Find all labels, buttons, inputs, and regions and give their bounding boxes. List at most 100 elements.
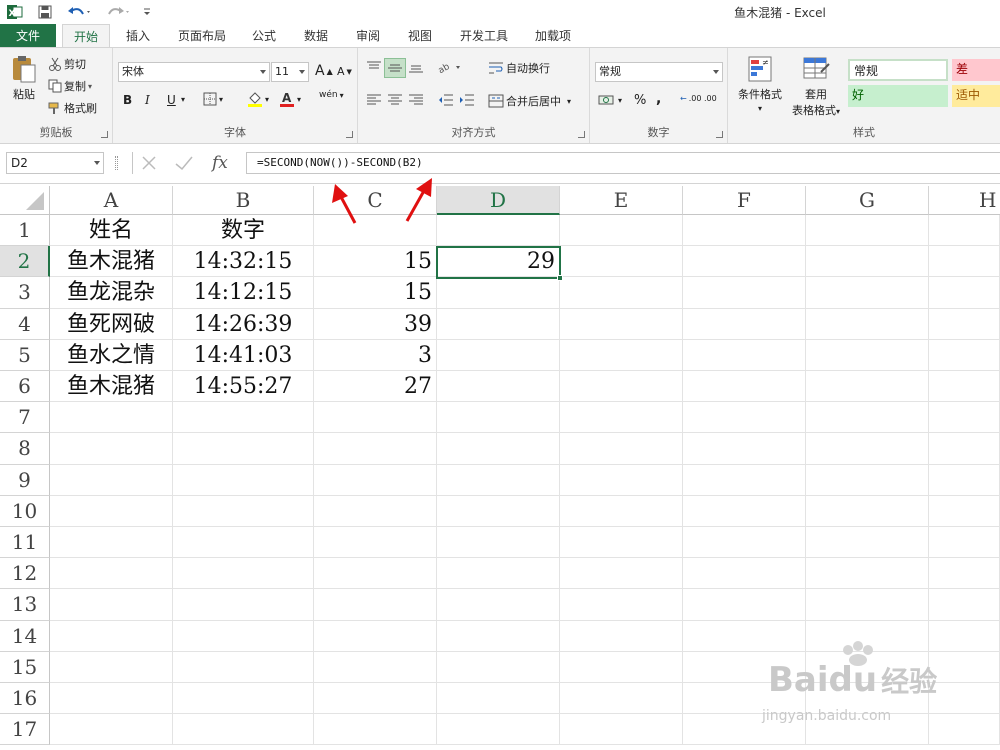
cell-h3[interactable] [929, 277, 1000, 309]
cell-d12[interactable] [437, 558, 560, 590]
cell-e15[interactable] [560, 651, 683, 683]
conditional-format-button[interactable]: ≠ 条件格式 ▾ [732, 54, 788, 113]
borders-button[interactable]: ▾ [203, 92, 223, 106]
tab-data[interactable]: 数据 [296, 24, 336, 48]
cell-e4[interactable] [560, 308, 683, 340]
cell-f11[interactable] [683, 527, 806, 559]
cell-c12[interactable] [314, 558, 437, 590]
fill-color-button[interactable]: ▾ [247, 91, 269, 107]
cell-e14[interactable] [560, 620, 683, 652]
cell-c1[interactable] [314, 215, 437, 247]
cell-g10[interactable] [806, 495, 929, 527]
cell-e5[interactable] [560, 339, 683, 371]
cell-h17[interactable] [929, 714, 1000, 746]
fill-handle[interactable] [557, 275, 563, 281]
cell-c8[interactable] [314, 433, 437, 465]
font-launcher-icon[interactable] [346, 131, 353, 138]
format-painter-button[interactable]: 格式刷 [48, 100, 97, 116]
cell-b7[interactable] [173, 402, 314, 434]
cell-f2[interactable] [683, 246, 806, 278]
cell-g4[interactable] [806, 308, 929, 340]
cell-g11[interactable] [806, 527, 929, 559]
row-header[interactable]: 3 [0, 277, 50, 309]
cell-a12[interactable] [50, 558, 173, 590]
cell-a14[interactable] [50, 620, 173, 652]
column-header-g[interactable]: G [806, 186, 929, 215]
tab-file[interactable]: 文件 [0, 24, 56, 48]
number-format-dropdown[interactable]: 常规 [595, 62, 723, 82]
cell-e13[interactable] [560, 589, 683, 621]
format-as-table-button[interactable]: 套用 表格格式▾ [784, 54, 848, 118]
cell-f14[interactable] [683, 620, 806, 652]
cell-h1[interactable] [929, 215, 1000, 247]
row-header[interactable]: 2 [0, 246, 50, 278]
cell-a4[interactable]: 鱼死网破 [50, 308, 173, 340]
cell-c9[interactable] [314, 464, 437, 496]
align-left-button[interactable] [366, 93, 382, 107]
cell-c5[interactable]: 3 [314, 339, 437, 371]
cell-h4[interactable] [929, 308, 1000, 340]
row-header[interactable]: 15 [0, 651, 50, 683]
cell-b15[interactable] [173, 651, 314, 683]
cell-c10[interactable] [314, 495, 437, 527]
style-normal[interactable]: 常规 [848, 59, 948, 81]
cell-g5[interactable] [806, 339, 929, 371]
cell-e3[interactable] [560, 277, 683, 309]
align-center-button[interactable] [387, 93, 403, 107]
cell-f3[interactable] [683, 277, 806, 309]
cut-button[interactable]: 剪切 [48, 56, 86, 72]
cell-a8[interactable] [50, 433, 173, 465]
cell-h15[interactable] [929, 651, 1000, 683]
cell-b2[interactable]: 14:32:15 [173, 246, 314, 278]
wrap-text-button[interactable]: 自动换行 [488, 60, 550, 76]
cell-g2[interactable] [806, 246, 929, 278]
cell-h16[interactable] [929, 683, 1000, 715]
cell-a5[interactable]: 鱼水之情 [50, 339, 173, 371]
cell-e2[interactable] [560, 246, 683, 278]
cell-a6[interactable]: 鱼木混猪 [50, 371, 173, 403]
tab-review[interactable]: 审阅 [348, 24, 388, 48]
cell-d14[interactable] [437, 620, 560, 652]
cell-d16[interactable] [437, 683, 560, 715]
row-header[interactable]: 10 [0, 495, 50, 527]
comma-button[interactable]: , [656, 91, 661, 107]
cell-a11[interactable] [50, 527, 173, 559]
insert-function-button[interactable]: fx [212, 153, 228, 173]
cell-b9[interactable] [173, 464, 314, 496]
cell-a3[interactable]: 鱼龙混杂 [50, 277, 173, 309]
cell-b12[interactable] [173, 558, 314, 590]
cell-a2[interactable]: 鱼木混猪 [50, 246, 173, 278]
cell-h8[interactable] [929, 433, 1000, 465]
tab-formulas[interactable]: 公式 [244, 24, 284, 48]
column-header-a[interactable]: A [50, 186, 173, 215]
cell-a10[interactable] [50, 495, 173, 527]
accounting-format-button[interactable]: ▾ [598, 93, 622, 107]
cell-g12[interactable] [806, 558, 929, 590]
column-header-e[interactable]: E [560, 186, 683, 215]
cell-f5[interactable] [683, 339, 806, 371]
cell-g6[interactable] [806, 371, 929, 403]
cell-b6[interactable]: 14:55:27 [173, 371, 314, 403]
cell-h14[interactable] [929, 620, 1000, 652]
cell-f9[interactable] [683, 464, 806, 496]
cell-c6[interactable]: 27 [314, 371, 437, 403]
clipboard-launcher-icon[interactable] [101, 131, 108, 138]
cell-b13[interactable] [173, 589, 314, 621]
cell-b14[interactable] [173, 620, 314, 652]
row-header[interactable]: 17 [0, 714, 50, 746]
cell-g13[interactable] [806, 589, 929, 621]
cell-b10[interactable] [173, 495, 314, 527]
cell-h13[interactable] [929, 589, 1000, 621]
row-header[interactable]: 4 [0, 308, 50, 340]
cell-c7[interactable] [314, 402, 437, 434]
bold-button[interactable]: B [123, 93, 132, 107]
italic-button[interactable]: I [145, 93, 150, 107]
cell-d17[interactable] [437, 714, 560, 746]
cell-e6[interactable] [560, 371, 683, 403]
cell-f4[interactable] [683, 308, 806, 340]
cell-h5[interactable] [929, 339, 1000, 371]
name-box[interactable]: D2 [6, 152, 104, 174]
cell-a7[interactable] [50, 402, 173, 434]
cell-c2[interactable]: 15 [314, 246, 437, 278]
number-launcher-icon[interactable] [716, 131, 723, 138]
